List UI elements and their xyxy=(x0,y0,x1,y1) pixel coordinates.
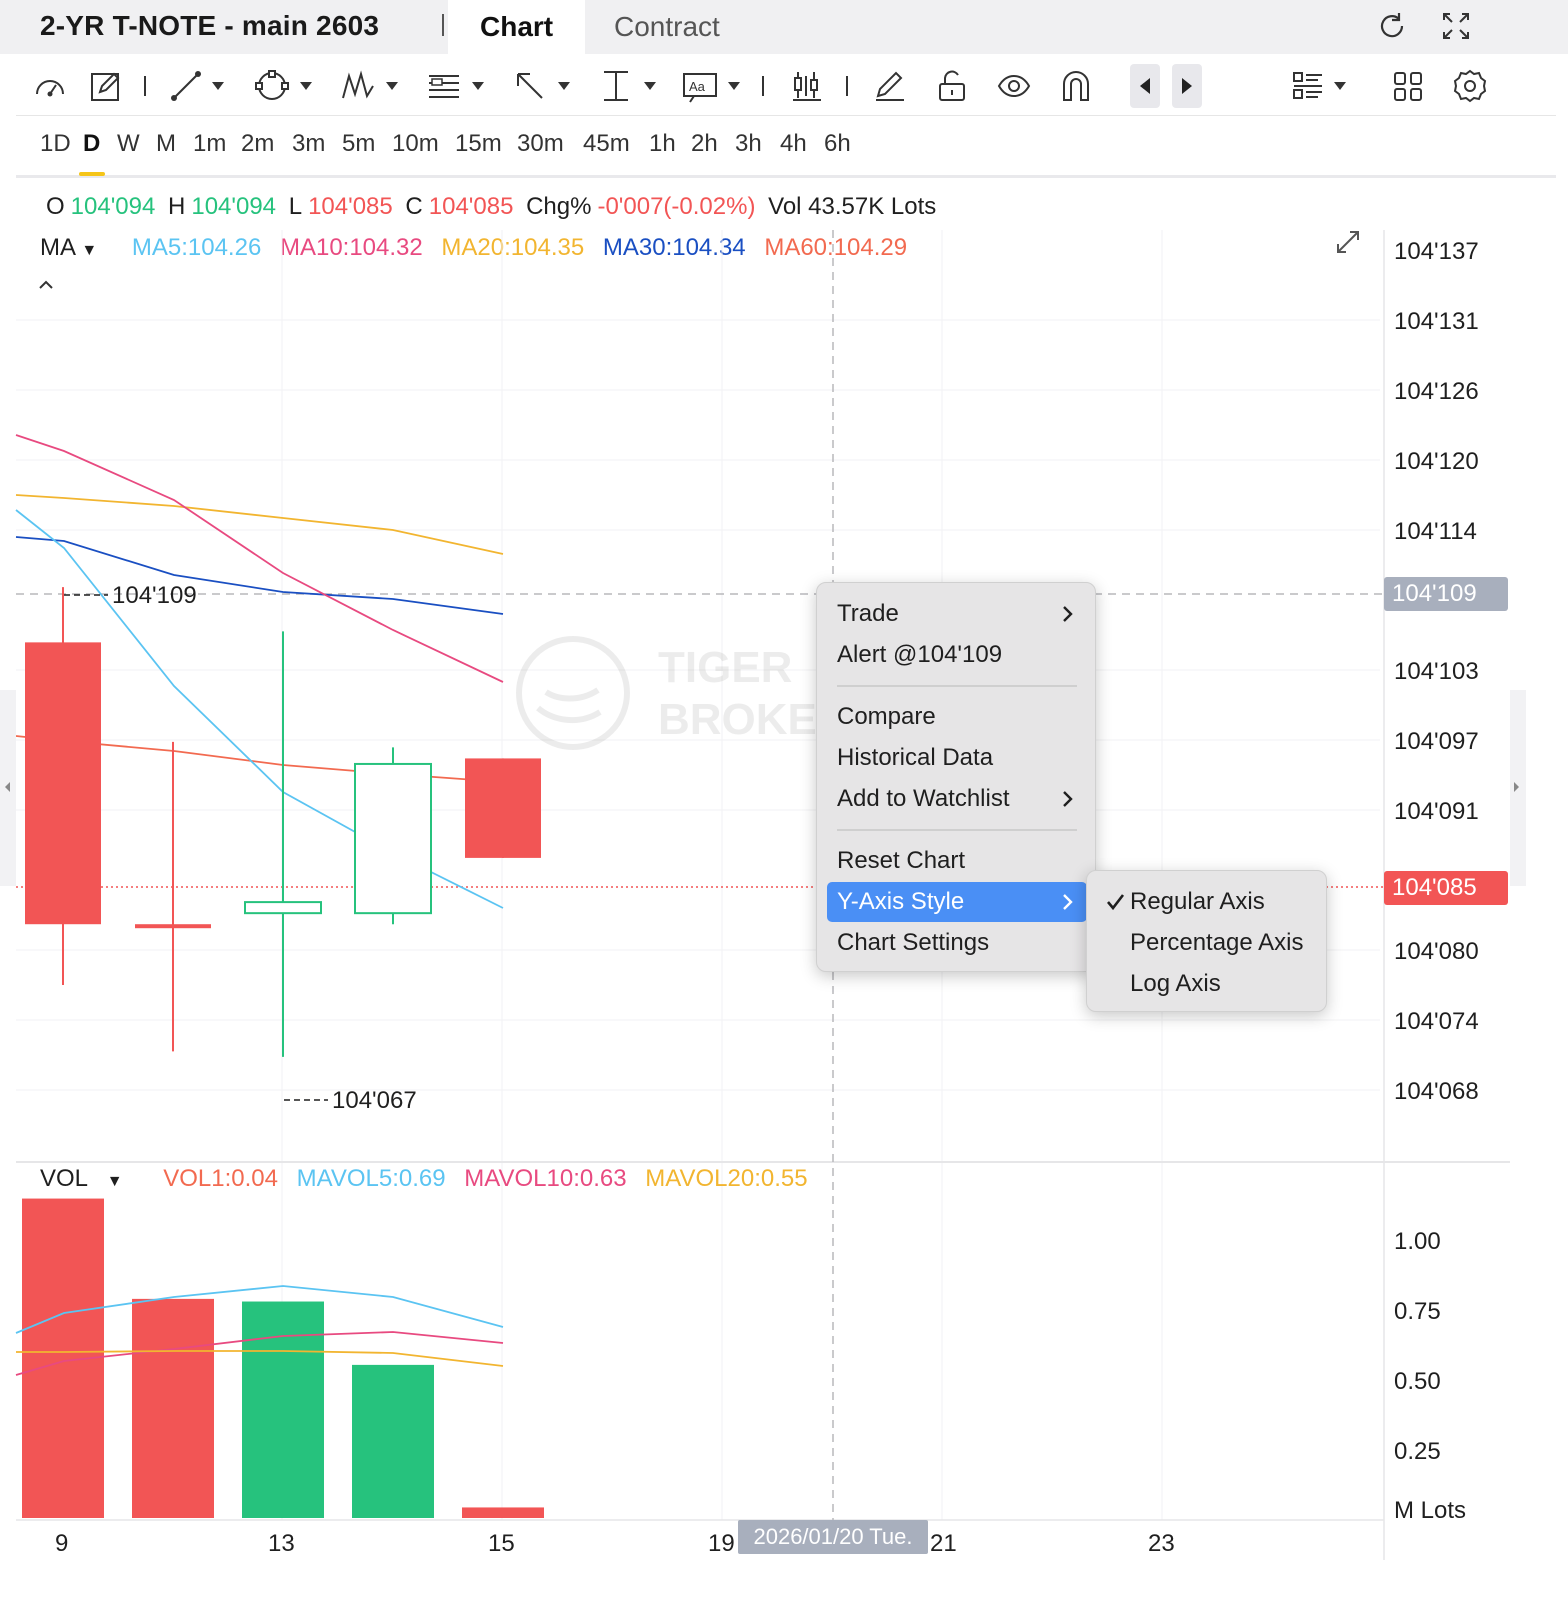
menu-divider xyxy=(837,829,1077,831)
time-axis-label: 23 xyxy=(1148,1530,1175,1557)
volume-axis-label: 0.75 xyxy=(1394,1298,1441,1325)
price-axis-label: 104'068 xyxy=(1394,1078,1479,1105)
price-axis-label: 104'103 xyxy=(1394,658,1479,685)
menu-divider xyxy=(837,685,1077,687)
volume-axis-label: 0.25 xyxy=(1394,1438,1441,1465)
menu-item-alert[interactable]: Alert @104'109 xyxy=(827,635,1087,675)
candle-body xyxy=(244,901,322,915)
volume-axis-label: 0.50 xyxy=(1394,1368,1441,1395)
price-axis-label: 104'091 xyxy=(1394,798,1479,825)
submenu-item-log-axis[interactable]: Log Axis xyxy=(1097,964,1317,1004)
menu-item-chart-settings[interactable]: Chart Settings xyxy=(827,923,1087,963)
mavol10-value: MAVOL10:0.63 xyxy=(464,1165,627,1192)
chevron-right-icon xyxy=(1063,894,1073,910)
menu-item-historical-data[interactable]: Historical Data xyxy=(827,738,1087,778)
volume-legend: VOL ▼ VOL1:0.04 MAVOL5:0.69 MAVOL10:0.63… xyxy=(40,1165,820,1193)
time-axis-label: 15 xyxy=(488,1530,515,1557)
volume-bars xyxy=(22,1198,544,1518)
time-axis-label: 19 xyxy=(708,1530,735,1557)
price-axis-label: 104'131 xyxy=(1394,308,1479,335)
checkmark-icon xyxy=(1107,894,1125,911)
volume-selector[interactable]: VOL ▼ xyxy=(40,1165,135,1192)
svg-text:BROKERS: BROKERS xyxy=(658,695,836,744)
menu-item-compare[interactable]: Compare xyxy=(827,697,1087,737)
price-axis-label: 104'097 xyxy=(1394,728,1479,755)
candle-body xyxy=(25,642,101,925)
submenu-item-regular-axis[interactable]: Regular Axis xyxy=(1097,882,1317,922)
menu-item-trade[interactable]: Trade xyxy=(827,594,1087,634)
svg-text:TIGER: TIGER xyxy=(658,643,792,692)
crosshair-price-tag: 104'109 xyxy=(1384,577,1508,611)
menu-item-reset-chart[interactable]: Reset Chart xyxy=(827,841,1087,881)
collapse-caret-icon[interactable] xyxy=(39,280,53,289)
ma20-line xyxy=(15,494,504,555)
broker-watermark-logo: TIGER BROKERS xyxy=(516,636,878,761)
price-axis-label: 104'126 xyxy=(1394,378,1479,405)
candlesticks xyxy=(25,587,541,1057)
chevron-right-icon xyxy=(1063,791,1073,807)
expand-icon[interactable] xyxy=(1337,231,1359,253)
menu-item-y-axis-style[interactable]: Y-Axis Style xyxy=(827,882,1087,922)
price-axis-label: 104'080 xyxy=(1394,938,1479,965)
context-menu: Trade Alert @104'109 Compare Historical … xyxy=(816,582,1096,972)
candle-body xyxy=(354,762,432,915)
volume-axis-label: 1.00 xyxy=(1394,1228,1441,1255)
price-axis-label: 104'137 xyxy=(1394,238,1479,265)
time-axis-label: 9 xyxy=(55,1530,69,1557)
low-marker-label: 104'067 xyxy=(332,1087,417,1114)
ma30-line xyxy=(15,536,504,615)
price-axis-label: 104'074 xyxy=(1394,1008,1479,1035)
vol1-value: VOL1:0.04 xyxy=(163,1165,278,1192)
price-axis-label: 104'114 xyxy=(1394,518,1477,545)
mavol5-value: MAVOL5:0.69 xyxy=(296,1165,446,1192)
submenu-item-percentage-axis[interactable]: Percentage Axis xyxy=(1097,923,1317,963)
candle-body xyxy=(135,924,211,929)
volume-bar xyxy=(242,1301,324,1518)
chevron-right-icon xyxy=(1063,606,1073,622)
volume-bar xyxy=(132,1298,214,1518)
time-axis-label: 13 xyxy=(268,1530,295,1557)
time-axis-label: 21 xyxy=(930,1530,957,1557)
chart-canvas[interactable] xyxy=(0,0,1568,1614)
volume-unit-label: M Lots xyxy=(1394,1497,1467,1524)
volume-bar xyxy=(462,1507,544,1518)
price-axis-label: 104'120 xyxy=(1394,448,1479,475)
volume-bar xyxy=(352,1364,434,1518)
mavol20-value: MAVOL20:0.55 xyxy=(645,1165,808,1192)
crosshair-date-tag: 2026/01/20 Tue. xyxy=(738,1520,928,1554)
high-marker-label: 104'109 xyxy=(112,582,197,609)
menu-item-add-to-watchlist[interactable]: Add to Watchlist xyxy=(827,779,1087,819)
y-axis-style-submenu: Regular Axis Percentage Axis Log Axis xyxy=(1086,870,1327,1012)
candle-body xyxy=(465,758,541,858)
last-price-tag: 104'085 xyxy=(1384,871,1508,905)
